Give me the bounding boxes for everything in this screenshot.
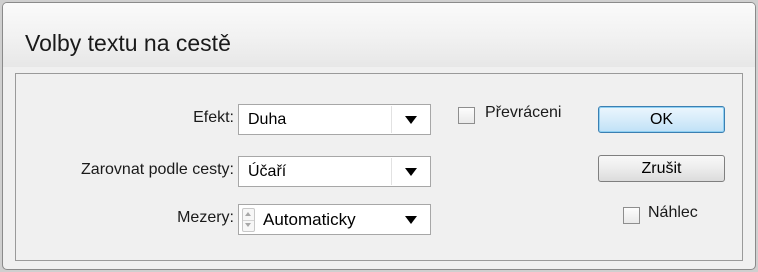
dropdown-separator bbox=[391, 158, 392, 185]
effect-value: Duha bbox=[248, 111, 287, 128]
ok-button[interactable]: OK bbox=[598, 106, 725, 133]
dialog-content: Efekt: Duha Zarovnat podle cesty: Účaří … bbox=[15, 73, 743, 261]
dialog-title: Volby textu na cestě bbox=[25, 30, 231, 56]
flip-label[interactable]: Převráceni bbox=[485, 104, 561, 122]
spinner-down-button[interactable] bbox=[243, 220, 254, 231]
chevron-down-icon[interactable] bbox=[405, 216, 417, 224]
spacing-value[interactable]: Automaticky bbox=[263, 210, 356, 230]
down-arrow-icon bbox=[245, 223, 251, 227]
spacing-combo[interactable]: Automaticky bbox=[238, 204, 431, 235]
chevron-down-icon[interactable] bbox=[405, 116, 417, 124]
effect-label: Efekt: bbox=[193, 109, 234, 126]
flip-checkbox[interactable] bbox=[458, 107, 475, 124]
up-arrow-icon bbox=[245, 212, 251, 216]
dropdown-separator bbox=[391, 106, 392, 133]
spinner-icon[interactable] bbox=[242, 208, 255, 232]
text-on-path-options-dialog: Volby textu na cestě Efekt: Duha Zarovna… bbox=[2, 2, 756, 270]
preview-label[interactable]: Náhlec bbox=[648, 204, 698, 222]
preview-checkbox[interactable] bbox=[623, 207, 640, 224]
align-dropdown[interactable]: Účaří bbox=[238, 156, 431, 187]
align-value: Účaří bbox=[248, 163, 287, 180]
cancel-button[interactable]: Zrušit bbox=[598, 155, 725, 182]
align-label: Zarovnat podle cesty: bbox=[81, 161, 234, 178]
chevron-down-icon[interactable] bbox=[405, 168, 417, 176]
title-bar[interactable]: Volby textu na cestě bbox=[3, 3, 755, 67]
spacing-label: Mezery: bbox=[177, 209, 234, 226]
effect-dropdown[interactable]: Duha bbox=[238, 104, 431, 135]
